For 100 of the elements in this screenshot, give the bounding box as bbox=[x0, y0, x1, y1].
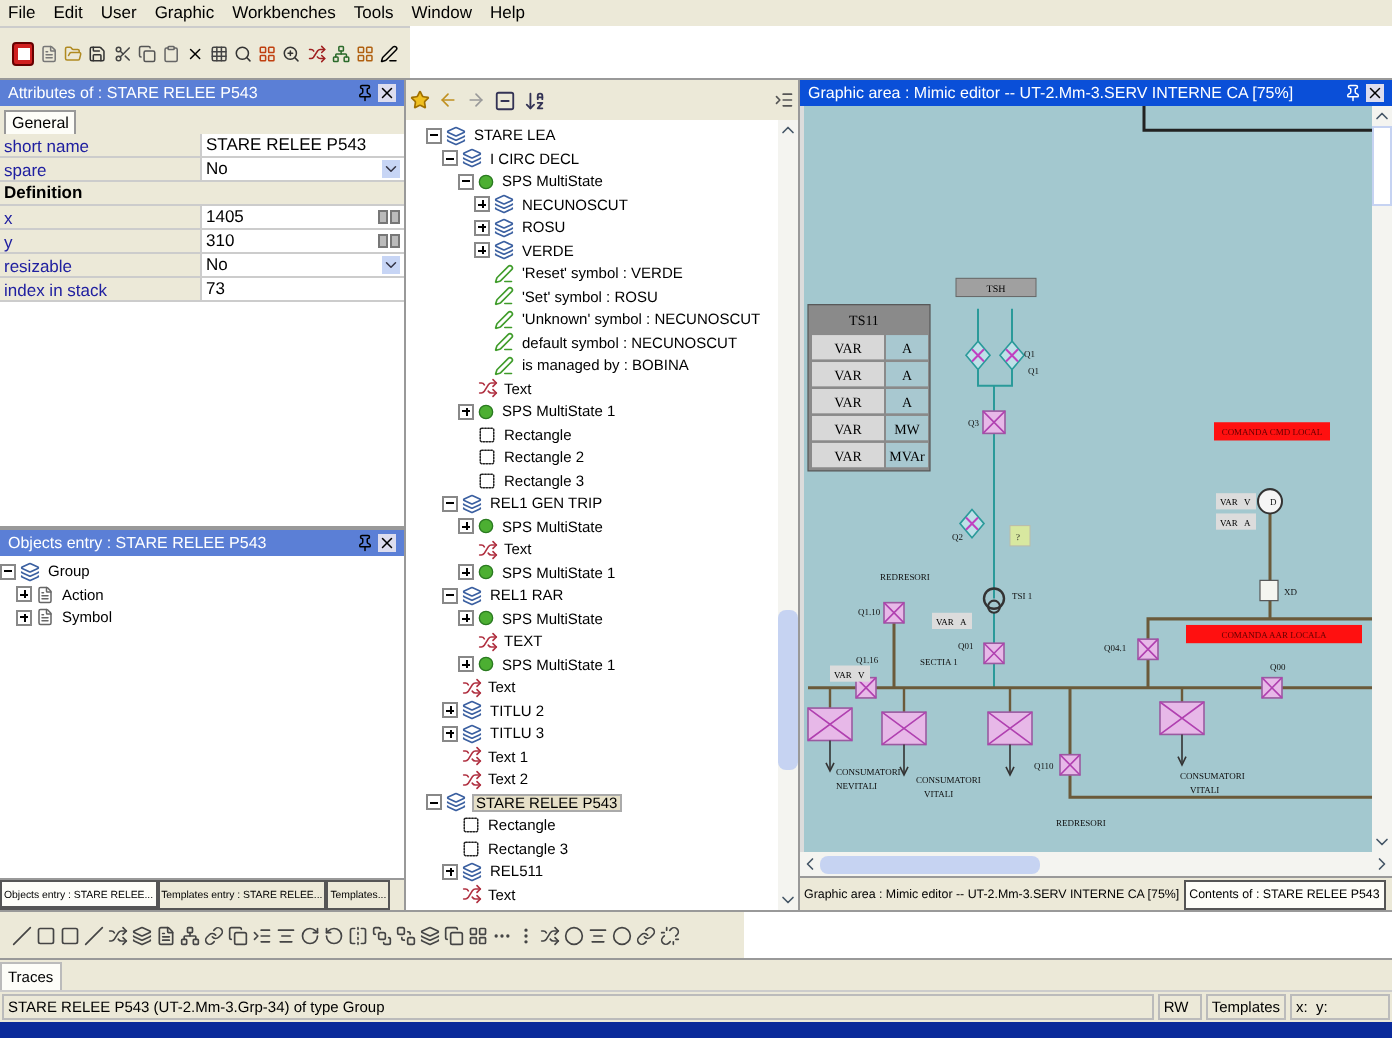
collapse-toggle[interactable] bbox=[442, 150, 458, 167]
pen-icon[interactable] bbox=[379, 43, 398, 63]
breaker-symbol bbox=[1059, 753, 1081, 776]
close-icon[interactable] bbox=[378, 534, 396, 552]
collapse-toggle[interactable] bbox=[458, 173, 474, 190]
copy-icon[interactable] bbox=[137, 43, 156, 63]
indent-icon[interactable] bbox=[252, 925, 272, 945]
close-icon[interactable] bbox=[378, 84, 396, 102]
sort-icon[interactable] bbox=[524, 89, 546, 111]
rotate-icon[interactable] bbox=[300, 925, 320, 945]
rectangle-tool-icon[interactable] bbox=[36, 925, 56, 945]
spinner-icon[interactable] bbox=[378, 234, 400, 248]
expand-toggle[interactable] bbox=[442, 863, 458, 880]
breaker-symbol bbox=[1137, 638, 1159, 661]
delete-icon[interactable] bbox=[185, 43, 204, 63]
tab[interactable]: General bbox=[4, 110, 77, 134]
grid-menu-icon[interactable] bbox=[468, 925, 488, 945]
stack-icon[interactable] bbox=[420, 925, 440, 945]
menu-item[interactable]: User bbox=[100, 0, 137, 26]
grid-icon[interactable] bbox=[210, 43, 229, 63]
disconnect-icon[interactable] bbox=[660, 925, 680, 945]
value-field[interactable]: 73 bbox=[200, 278, 404, 300]
expand-toggle[interactable] bbox=[16, 586, 32, 603]
paste-icon[interactable] bbox=[161, 43, 180, 63]
cut-icon[interactable] bbox=[113, 43, 132, 63]
rounded-rectangle-tool-icon[interactable] bbox=[60, 925, 80, 945]
leaf-icon bbox=[494, 263, 514, 284]
search-icon[interactable] bbox=[234, 43, 253, 63]
group-icon bbox=[462, 493, 482, 514]
app-logo-icon[interactable] bbox=[12, 41, 35, 65]
connect-icon[interactable] bbox=[636, 925, 656, 945]
state-icon bbox=[478, 403, 494, 420]
menu-item[interactable]: Window bbox=[411, 0, 472, 26]
menu-item[interactable]: File bbox=[8, 0, 36, 26]
menu-item[interactable]: Edit bbox=[53, 0, 83, 26]
page-icon[interactable] bbox=[156, 925, 176, 945]
spin-field[interactable]: 1405 bbox=[200, 206, 404, 228]
xd-box bbox=[1259, 579, 1279, 602]
send-back-icon[interactable] bbox=[396, 925, 416, 945]
link-icon[interactable] bbox=[204, 925, 224, 945]
horizontal-scrollbar[interactable] bbox=[800, 852, 1392, 876]
collapse-all-icon[interactable] bbox=[494, 89, 516, 111]
star-icon[interactable] bbox=[410, 90, 430, 110]
group-tool-icon[interactable] bbox=[132, 925, 152, 945]
collapse-toggle[interactable] bbox=[0, 563, 16, 580]
pin-icon[interactable] bbox=[1344, 84, 1362, 102]
dropdown-field[interactable]: No bbox=[200, 254, 404, 276]
collapse-toggle[interactable] bbox=[442, 495, 458, 512]
align-icon[interactable] bbox=[276, 925, 296, 945]
vertical-scrollbar[interactable] bbox=[1372, 106, 1392, 852]
expand-toggle[interactable] bbox=[474, 242, 490, 259]
expand-toggle[interactable] bbox=[458, 403, 474, 420]
expand-toggle[interactable] bbox=[458, 564, 474, 581]
spinner-icon[interactable] bbox=[378, 210, 400, 224]
save-icon[interactable] bbox=[88, 43, 107, 63]
expand-toggle[interactable] bbox=[16, 609, 32, 626]
scrollbar-thumb[interactable] bbox=[1372, 126, 1392, 206]
tiles-icon[interactable] bbox=[258, 43, 277, 63]
state-icon bbox=[478, 610, 494, 627]
collapse-toggle[interactable] bbox=[442, 587, 458, 604]
bring-front-icon[interactable] bbox=[372, 925, 392, 945]
spin-field[interactable]: 310 bbox=[200, 230, 404, 252]
load-feeder-drawing bbox=[807, 687, 853, 773]
pin-icon[interactable] bbox=[356, 534, 374, 552]
value-field[interactable]: STARE RELEE P543 bbox=[200, 134, 404, 156]
view-menu-icon[interactable] bbox=[774, 90, 794, 110]
expand-toggle[interactable] bbox=[458, 518, 474, 535]
center-icon[interactable] bbox=[588, 925, 608, 945]
rotate-back-icon[interactable] bbox=[324, 925, 344, 945]
circle-tool-icon[interactable] bbox=[564, 925, 584, 945]
expand-toggle[interactable] bbox=[458, 656, 474, 673]
hierarchy-icon[interactable] bbox=[331, 43, 350, 63]
duplicate-icon[interactable] bbox=[228, 925, 248, 945]
transformer-symbol bbox=[982, 587, 1006, 614]
menu-item[interactable]: Workbenches bbox=[232, 0, 336, 26]
menu-item[interactable]: Tools bbox=[353, 0, 394, 26]
scrollbar-thumb[interactable] bbox=[820, 855, 1040, 873]
expand-toggle[interactable] bbox=[474, 219, 490, 236]
line-tool-icon[interactable] bbox=[12, 925, 32, 945]
ellipse-icon[interactable] bbox=[612, 925, 632, 945]
menu-item[interactable]: Help bbox=[489, 0, 525, 26]
zoom-icon[interactable] bbox=[282, 43, 301, 63]
expand-toggle[interactable] bbox=[474, 196, 490, 213]
menu-item[interactable]: Graphic bbox=[154, 0, 215, 26]
collapse-toggle[interactable] bbox=[426, 127, 442, 144]
close-icon[interactable] bbox=[1366, 84, 1384, 102]
expand-toggle[interactable] bbox=[442, 725, 458, 742]
dropdown-arrow-icon[interactable] bbox=[382, 160, 400, 178]
flip-icon[interactable] bbox=[348, 925, 368, 945]
dropdown-field[interactable]: No bbox=[200, 158, 404, 180]
group-icon bbox=[494, 217, 514, 238]
pin-icon[interactable] bbox=[356, 84, 374, 102]
collapse-toggle[interactable] bbox=[426, 794, 442, 811]
scrollbar-thumb[interactable] bbox=[778, 610, 798, 770]
copy-layer-icon[interactable] bbox=[444, 925, 464, 945]
new-file-icon[interactable] bbox=[40, 43, 59, 63]
expand-toggle[interactable] bbox=[458, 610, 474, 627]
dropdown-arrow-icon[interactable] bbox=[382, 256, 400, 274]
vertical-scrollbar[interactable] bbox=[778, 120, 798, 910]
expand-toggle[interactable] bbox=[442, 702, 458, 719]
